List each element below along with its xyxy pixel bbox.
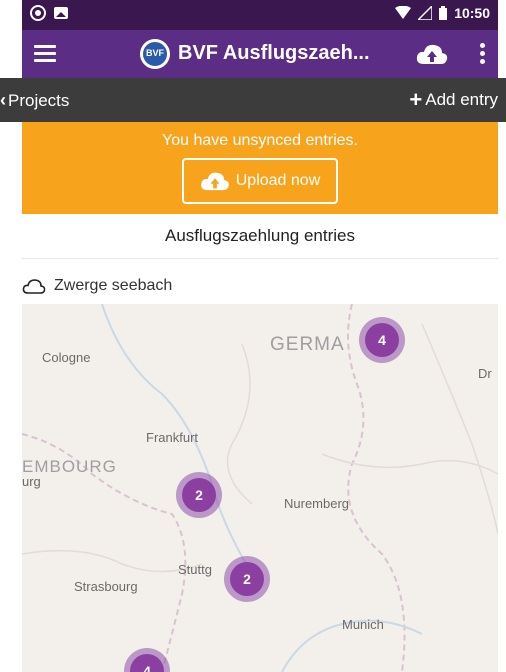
map-label-dresden: Dr [478, 366, 492, 381]
map-cluster-marker[interactable]: 2 [176, 472, 222, 518]
upload-now-button[interactable]: Upload now [182, 158, 338, 204]
menu-icon[interactable] [34, 45, 56, 63]
app-title: BVF Ausflugszaeh... [178, 42, 370, 64]
map-label-strasbourg: Strasbourg [74, 579, 138, 594]
plus-icon: + [409, 87, 423, 112]
app-bar: BVF BVF Ausflugszaeh... [22, 30, 498, 78]
map-label-stuttgart: Stuttg [178, 562, 212, 577]
cluster-count: 4 [365, 323, 399, 357]
map-label-cologne: Cologne [42, 350, 91, 365]
app-logo: BVF [140, 39, 170, 69]
cloud-upload-icon[interactable] [416, 42, 448, 66]
battery-icon [439, 6, 448, 20]
map-background [22, 304, 498, 672]
cloud-upload-icon [200, 172, 229, 191]
map[interactable]: Cologne GERMA Dr Frankfurt EMBOURG urg N… [22, 304, 498, 672]
unsynced-banner: You have unsynced entries. Upload now [22, 122, 498, 214]
map-label-nuremberg: Nuremberg [284, 496, 350, 511]
project-name: Zwerge seebach [54, 277, 173, 294]
upload-now-label: Upload now [235, 172, 321, 189]
sub-nav: ‹ Projects + Add entry [0, 78, 506, 122]
signal-icon [418, 6, 433, 20]
cluster-count: 2 [230, 562, 264, 596]
add-entry-button[interactable]: + Add entry [409, 87, 498, 112]
status-bar-right: 10:50 [395, 5, 490, 21]
unsynced-message: You have unsynced entries. [162, 132, 358, 149]
wifi-icon [395, 6, 412, 19]
status-bar: 10:50 [22, 0, 498, 30]
entries-section-title: Ausflugszaehlung entries [22, 214, 498, 259]
whatsapp-icon [30, 5, 46, 21]
add-entry-label: Add entry [425, 90, 498, 109]
cloud-icon [22, 279, 46, 294]
map-label-luxembourg-city: urg [22, 474, 41, 489]
status-time: 10:50 [454, 5, 490, 21]
map-label-germany: GERMA [270, 334, 345, 355]
back-to-projects-link[interactable]: ‹ Projects [0, 90, 69, 111]
map-label-munich: Munich [342, 617, 384, 632]
cluster-count: 4 [130, 654, 164, 672]
map-cluster-marker[interactable]: 4 [359, 317, 405, 363]
app-logo-text: BVF [146, 48, 164, 58]
status-bar-left [30, 5, 68, 21]
project-row[interactable]: Zwerge seebach [22, 272, 498, 300]
map-label-frankfurt: Frankfurt [146, 430, 199, 445]
back-label: Projects [8, 90, 70, 110]
image-notification-icon [54, 7, 68, 19]
chevron-left-icon: ‹ [0, 90, 6, 110]
map-cluster-marker[interactable]: 2 [224, 556, 270, 602]
more-options-icon[interactable] [480, 43, 486, 65]
cluster-count: 2 [182, 478, 216, 512]
